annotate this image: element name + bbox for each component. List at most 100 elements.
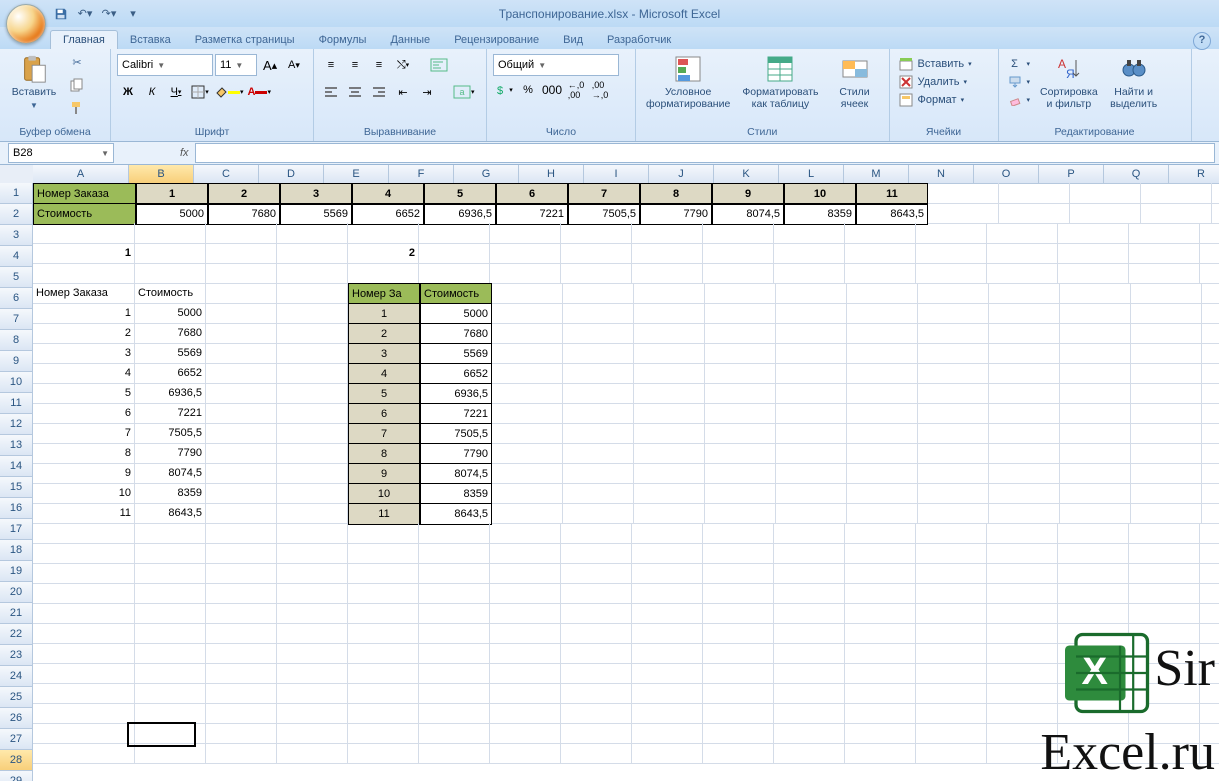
cell[interactable] <box>561 683 632 704</box>
cell[interactable] <box>33 523 135 544</box>
cell[interactable] <box>135 263 206 284</box>
cell[interactable] <box>918 423 989 444</box>
cell[interactable] <box>1131 443 1202 464</box>
row-header[interactable]: 17 <box>0 519 33 540</box>
cell[interactable] <box>1131 463 1202 484</box>
cell[interactable] <box>1200 223 1219 244</box>
cut-icon[interactable]: ✂ <box>66 51 88 73</box>
cell[interactable] <box>845 263 916 284</box>
cell[interactable] <box>774 243 845 264</box>
cell[interactable] <box>989 423 1060 444</box>
cell[interactable] <box>916 243 987 264</box>
cell[interactable] <box>776 383 847 404</box>
borders-icon[interactable]: ▾ <box>189 81 211 103</box>
cell[interactable]: 8 <box>348 443 420 465</box>
cell[interactable] <box>419 663 490 684</box>
align-right-icon[interactable] <box>368 81 390 103</box>
cell[interactable] <box>774 623 845 644</box>
cell[interactable]: 3 <box>348 343 420 365</box>
cell[interactable] <box>987 543 1058 564</box>
italic-button[interactable]: К <box>141 81 163 103</box>
cell[interactable] <box>348 223 419 244</box>
cell[interactable] <box>419 263 490 284</box>
cell[interactable] <box>348 703 419 724</box>
cell[interactable] <box>419 723 490 744</box>
paste-button[interactable]: Вставить ▼ <box>6 51 62 112</box>
save-icon[interactable] <box>50 3 72 25</box>
cell[interactable] <box>1058 583 1129 604</box>
cell[interactable] <box>277 643 348 664</box>
cell[interactable] <box>705 463 776 484</box>
cell[interactable] <box>918 383 989 404</box>
cell[interactable]: 8074,5 <box>712 203 784 225</box>
cell[interactable] <box>845 703 916 724</box>
row-header[interactable]: 4 <box>0 246 33 267</box>
cell[interactable] <box>348 623 419 644</box>
cell[interactable] <box>490 223 561 244</box>
conditional-formatting-button[interactable]: Условное форматирование <box>642 51 734 112</box>
cell[interactable] <box>774 643 845 664</box>
cell[interactable]: 3 <box>280 183 352 205</box>
cell[interactable] <box>1058 643 1129 664</box>
cell[interactable]: 8 <box>33 443 135 464</box>
cell[interactable] <box>634 303 705 324</box>
cell[interactable] <box>987 643 1058 664</box>
grow-font-icon[interactable]: A▴ <box>259 54 281 76</box>
cell[interactable] <box>634 283 705 304</box>
cell[interactable] <box>419 623 490 644</box>
cell[interactable]: 5000 <box>135 303 206 324</box>
cell[interactable] <box>632 223 703 244</box>
cell[interactable] <box>33 223 135 244</box>
bold-button[interactable]: Ж <box>117 81 139 103</box>
cell[interactable] <box>492 363 563 384</box>
column-header[interactable]: H <box>519 165 584 184</box>
cell[interactable] <box>845 603 916 624</box>
cell[interactable] <box>492 303 563 324</box>
font-color-icon[interactable]: A▾ <box>247 81 272 103</box>
cell[interactable] <box>774 543 845 564</box>
column-header[interactable]: E <box>324 165 389 184</box>
cell[interactable] <box>563 423 634 444</box>
cell[interactable]: 3 <box>33 343 135 364</box>
cell[interactable] <box>561 563 632 584</box>
cell[interactable] <box>774 723 845 744</box>
cell[interactable] <box>492 483 563 504</box>
name-box[interactable]: B28▼ <box>8 143 114 163</box>
cell[interactable] <box>490 643 561 664</box>
cell[interactable] <box>632 743 703 764</box>
cell[interactable] <box>33 743 135 764</box>
cell[interactable] <box>845 563 916 584</box>
cell[interactable]: 8 <box>640 183 712 205</box>
cell[interactable] <box>774 703 845 724</box>
underline-button[interactable]: Ч ▾ <box>165 81 187 103</box>
cell[interactable] <box>490 683 561 704</box>
cell[interactable]: 11 <box>33 503 135 524</box>
cell[interactable]: 7 <box>33 423 135 444</box>
tab-data[interactable]: Данные <box>378 31 442 49</box>
cell[interactable] <box>1131 363 1202 384</box>
cell[interactable] <box>277 463 348 484</box>
row-header[interactable]: 10 <box>0 372 33 393</box>
cell[interactable] <box>847 443 918 464</box>
row-header[interactable]: 21 <box>0 603 33 624</box>
cell[interactable] <box>419 523 490 544</box>
cell[interactable] <box>1129 683 1200 704</box>
cell[interactable]: 7680 <box>135 323 206 344</box>
cell[interactable] <box>419 223 490 244</box>
cell[interactable]: 6936,5 <box>420 383 492 405</box>
row-header[interactable]: 22 <box>0 624 33 645</box>
cell[interactable]: 7790 <box>135 443 206 464</box>
cell[interactable] <box>632 703 703 724</box>
row-header[interactable]: 20 <box>0 582 33 603</box>
cell[interactable] <box>563 363 634 384</box>
cell[interactable] <box>33 723 135 744</box>
cell[interactable] <box>1060 423 1131 444</box>
format-cells-button[interactable]: Формат ▾ <box>896 91 992 109</box>
cell[interactable] <box>277 423 348 444</box>
cell[interactable]: Номер Заказа <box>33 183 136 205</box>
cell[interactable]: 7790 <box>420 443 492 465</box>
cell[interactable] <box>1058 223 1129 244</box>
cell[interactable] <box>774 683 845 704</box>
cell[interactable] <box>928 203 999 224</box>
cell[interactable] <box>918 503 989 524</box>
